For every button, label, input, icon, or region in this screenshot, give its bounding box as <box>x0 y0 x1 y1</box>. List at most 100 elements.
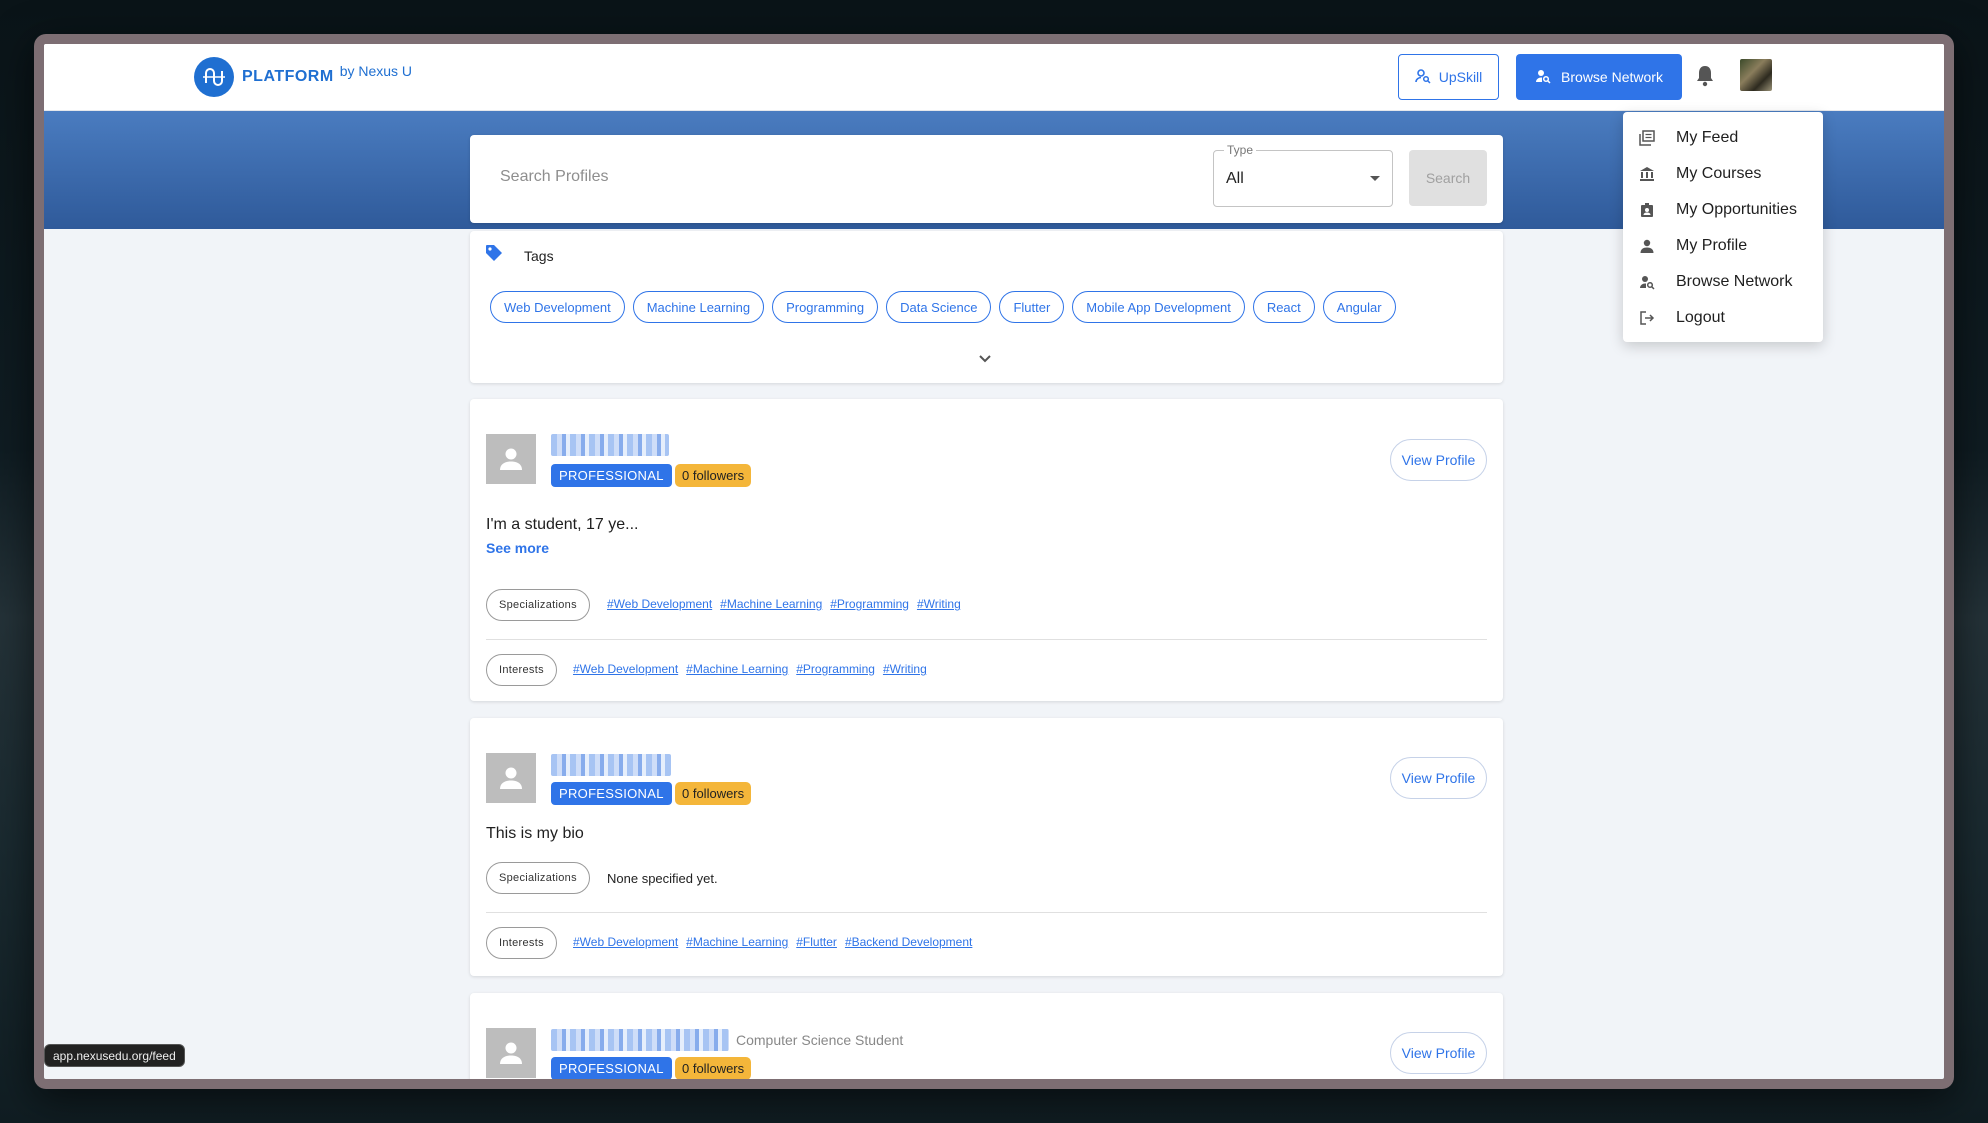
hashtag-link[interactable]: #Web Development <box>573 935 678 949</box>
hashtag-link[interactable]: #Programming <box>830 597 909 611</box>
profile-subtitle: Computer Science Student <box>736 1032 904 1048</box>
person-search-icon <box>1638 273 1656 291</box>
view-profile-button[interactable]: View Profile <box>1390 439 1487 481</box>
followers-badge: 0 followers <box>675 1057 752 1079</box>
logo-text: PLATFORM <box>242 68 334 85</box>
professional-badge: PROFESSIONAL <box>551 1057 672 1079</box>
type-select-label: Type <box>1224 143 1257 157</box>
specializations-empty: None specified yet. <box>607 871 718 886</box>
hashtag-link[interactable]: #Machine Learning <box>686 662 788 676</box>
divider <box>486 639 1487 640</box>
see-more-link[interactable]: See more <box>486 540 549 556</box>
search-card: Search Profiles Type All Search <box>470 135 1503 223</box>
menu-item-my-profile[interactable]: My Profile <box>1623 228 1823 264</box>
tags-header: Tags <box>484 243 554 268</box>
page-viewport: PLATFORM by Nexus U UpSkill Browse Netwo… <box>44 44 1944 1079</box>
profile-avatar[interactable] <box>486 753 536 803</box>
tag-icon <box>484 243 504 268</box>
menu-item-label: Browse Network <box>1676 273 1793 290</box>
hashtag-link[interactable]: #Writing <box>883 662 927 676</box>
top-navbar: PLATFORM by Nexus U UpSkill Browse Netwo… <box>44 44 1944 111</box>
menu-item-logout[interactable]: Logout <box>1623 300 1823 336</box>
divider <box>486 912 1487 913</box>
person-icon <box>1638 237 1656 255</box>
type-select[interactable]: Type All <box>1213 143 1393 207</box>
view-profile-button[interactable]: View Profile <box>1390 757 1487 799</box>
feed-icon <box>1638 129 1656 147</box>
menu-item-my-feed[interactable]: My Feed <box>1623 120 1823 156</box>
profile-card: PROFESSIONAL 0 followers View Profile I'… <box>470 399 1503 701</box>
followers-badge: 0 followers <box>675 782 752 805</box>
person-search-icon <box>1414 68 1431 87</box>
upskill-button[interactable]: UpSkill <box>1398 54 1499 100</box>
hashtag-link[interactable]: #Flutter <box>796 935 837 949</box>
institution-icon <box>1638 165 1656 183</box>
profile-name-redacted[interactable] <box>551 434 669 456</box>
followers-badge: 0 followers <box>675 464 752 487</box>
person-search-icon <box>1535 68 1551 87</box>
browse-network-label: Browse Network <box>1561 69 1663 85</box>
profile-card: PROFESSIONAL 0 followers View Profile Th… <box>470 718 1503 976</box>
hashtag-link[interactable]: #Machine Learning <box>720 597 822 611</box>
menu-item-browse-network[interactable]: Browse Network <box>1623 264 1823 300</box>
hashtag-link[interactable]: #Backend Development <box>845 935 972 949</box>
profile-name-redacted[interactable] <box>551 1029 729 1051</box>
menu-item-label: My Courses <box>1676 165 1762 182</box>
logout-icon <box>1638 309 1656 327</box>
upskill-label: UpSkill <box>1438 69 1483 85</box>
tag-chips: Web Development Machine Learning Program… <box>490 291 1396 323</box>
view-profile-button[interactable]: View Profile <box>1390 1032 1487 1074</box>
expand-chevron-icon[interactable] <box>978 351 992 369</box>
tag-chip[interactable]: React <box>1252 291 1315 323</box>
tag-chip[interactable]: Angular <box>1322 291 1396 323</box>
tag-chip[interactable]: Machine Learning <box>632 291 765 323</box>
logo-subtext: by Nexus U <box>339 63 413 79</box>
person-icon <box>500 767 522 789</box>
hashtag-link[interactable]: #Web Development <box>607 597 712 611</box>
interests-label: Interests <box>486 927 557 959</box>
menu-item-my-opportunities[interactable]: My Opportunities <box>1623 192 1823 228</box>
tag-chip[interactable]: Flutter <box>999 291 1065 323</box>
type-select-value: All <box>1226 170 1244 187</box>
tag-chip[interactable]: Data Science <box>886 291 992 323</box>
tags-title: Tags <box>524 247 554 264</box>
interests-label: Interests <box>486 654 557 686</box>
hashtag-link[interactable]: #Web Development <box>573 662 678 676</box>
menu-item-my-courses[interactable]: My Courses <box>1623 156 1823 192</box>
profile-card: Computer Science Student PROFESSIONAL 0 … <box>470 993 1503 1079</box>
user-avatar[interactable] <box>1740 59 1772 91</box>
hashtag-link[interactable]: #Writing <box>917 597 961 611</box>
search-button[interactable]: Search <box>1409 150 1487 206</box>
person-icon <box>500 448 522 470</box>
hashtag-link[interactable]: #Programming <box>796 662 875 676</box>
profile-name-redacted[interactable] <box>551 754 671 776</box>
menu-item-label: Logout <box>1676 309 1725 326</box>
hashtag-link[interactable]: #Machine Learning <box>686 935 788 949</box>
search-input[interactable]: Search Profiles <box>500 168 609 186</box>
profile-bio: I'm a student, 17 ye... <box>486 516 639 533</box>
tag-chip[interactable]: Web Development <box>490 291 625 323</box>
menu-item-label: My Feed <box>1676 129 1739 146</box>
notification-bell-icon[interactable] <box>1694 64 1716 88</box>
professional-badge: PROFESSIONAL <box>551 782 672 805</box>
platform-logo[interactable]: PLATFORM by Nexus U <box>194 57 412 97</box>
specializations-list: #Web Development #Machine Learning #Prog… <box>607 597 961 611</box>
logo-mark-icon <box>194 57 234 97</box>
interests-list: #Web Development #Machine Learning #Flut… <box>573 935 972 949</box>
interests-list: #Web Development #Machine Learning #Prog… <box>573 662 927 676</box>
specializations-label: Specializations <box>486 862 590 894</box>
profile-bio: This is my bio <box>486 825 584 842</box>
professional-badge: PROFESSIONAL <box>551 464 672 487</box>
profile-avatar[interactable] <box>486 434 536 484</box>
user-dropdown-menu: My Feed My Courses My Opportunities My P… <box>1623 112 1823 342</box>
menu-item-label: My Profile <box>1676 237 1748 254</box>
browser-window: PLATFORM by Nexus U UpSkill Browse Netwo… <box>34 34 1954 1089</box>
menu-item-label: My Opportunities <box>1676 201 1797 218</box>
browse-network-button[interactable]: Browse Network <box>1516 54 1682 100</box>
tags-card: Tags Web Development Machine Learning Pr… <box>470 231 1503 383</box>
tag-chip[interactable]: Programming <box>772 291 879 323</box>
profile-avatar[interactable] <box>486 1028 536 1078</box>
tag-chip[interactable]: Mobile App Development <box>1072 291 1245 323</box>
specializations-label: Specializations <box>486 589 590 621</box>
caret-down-icon <box>1370 176 1380 181</box>
